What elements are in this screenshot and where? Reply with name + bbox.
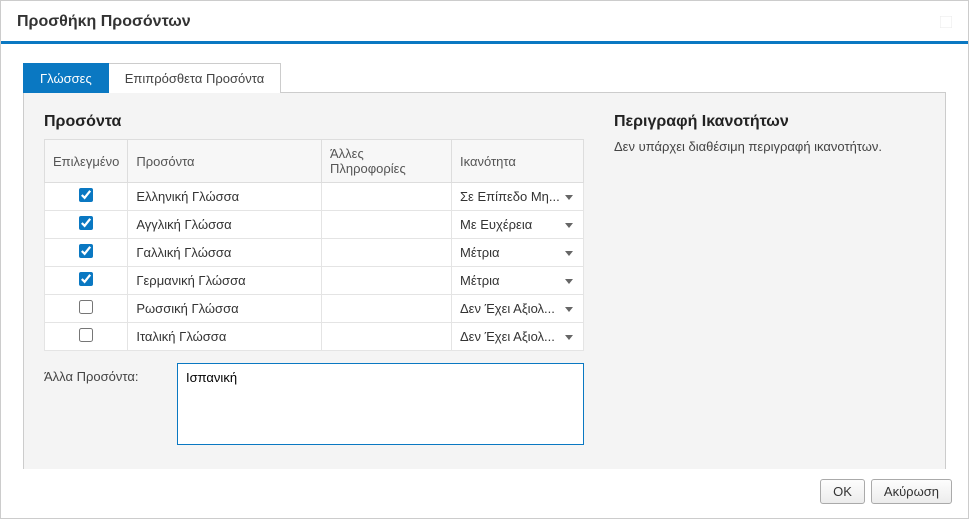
row-checkbox-cell (45, 267, 128, 295)
table-row: Ιταλική Γλώσσα Δεν Έχει Αξιολ... (45, 323, 584, 351)
qualifications-column: Προσόντα Επιλεγμένο Προσόντα Άλλες Πληρο… (44, 113, 584, 445)
abilities-description-title: Περιγραφή Ικανοτήτων (614, 113, 925, 131)
qualifications-title: Προσόντα (44, 113, 584, 131)
row-checkbox-cell (45, 295, 128, 323)
dialog-header: Προσθήκη Προσόντων (1, 1, 968, 44)
row-qualification-name: Γαλλική Γλώσσα (128, 239, 322, 267)
tabs: Γλώσσες Επιπρόσθετα Προσόντα (23, 62, 946, 92)
ability-dropdown[interactable]: Μέτρια (460, 273, 575, 288)
col-header-selected[interactable]: Επιλεγμένο (45, 140, 128, 183)
ability-dropdown[interactable]: Με Ευχέρεια (460, 217, 575, 232)
other-qualifications-row: Άλλα Προσόντα: (44, 363, 584, 445)
ability-value: Μέτρια (460, 273, 575, 288)
row-checkbox-cell (45, 323, 128, 351)
ability-dropdown[interactable]: Σε Επίπεδο Μη... (460, 189, 575, 204)
tab-languages[interactable]: Γλώσσες (23, 63, 109, 93)
row-checkbox[interactable] (79, 328, 93, 342)
table-row: Γαλλική Γλώσσα Μέτρια (45, 239, 584, 267)
add-qualifications-dialog: Προσθήκη Προσόντων Γλώσσες Επιπρόσθετα Π… (0, 0, 969, 519)
row-checkbox[interactable] (79, 188, 93, 202)
table-row: Αγγλική Γλώσσα Με Ευχέρεια (45, 211, 584, 239)
ability-dropdown[interactable]: Δεν Έχει Αξιολ... (460, 301, 575, 316)
row-other-info[interactable] (322, 211, 452, 239)
col-header-ability[interactable]: Ικανότητα (452, 140, 584, 183)
row-qualification-name: Ρωσσική Γλώσσα (128, 295, 322, 323)
other-qualifications-label: Άλλα Προσόντα: (44, 363, 159, 384)
row-ability-cell: Μέτρια (452, 239, 584, 267)
row-qualification-name: Ελληνική Γλώσσα (128, 183, 322, 211)
ability-value: Με Ευχέρεια (460, 217, 575, 232)
row-qualification-name: Αγγλική Γλώσσα (128, 211, 322, 239)
row-checkbox-cell (45, 211, 128, 239)
col-header-other-info[interactable]: Άλλες Πληροφορίες (322, 140, 452, 183)
row-checkbox[interactable] (79, 272, 93, 286)
row-other-info[interactable] (322, 239, 452, 267)
ability-value: Μέτρια (460, 245, 575, 260)
ability-dropdown[interactable]: Μέτρια (460, 245, 575, 260)
cancel-button[interactable]: Ακύρωση (871, 479, 952, 504)
dialog-footer: OK Ακύρωση (1, 469, 968, 518)
ability-value: Δεν Έχει Αξιολ... (460, 329, 575, 344)
ok-button[interactable]: OK (820, 479, 865, 504)
table-row: Ελληνική Γλώσσα Σε Επίπεδο Μη... (45, 183, 584, 211)
qualifications-table: Επιλεγμένο Προσόντα Άλλες Πληροφορίες Ικ… (44, 139, 584, 351)
tab-panel: Προσόντα Επιλεγμένο Προσόντα Άλλες Πληρο… (23, 92, 946, 469)
row-ability-cell: Δεν Έχει Αξιολ... (452, 295, 584, 323)
table-row: Γερμανική Γλώσσα Μέτρια (45, 267, 584, 295)
row-checkbox[interactable] (79, 244, 93, 258)
ability-value: Δεν Έχει Αξιολ... (460, 301, 575, 316)
row-other-info[interactable] (322, 183, 452, 211)
tab-additional[interactable]: Επιπρόσθετα Προσόντα (109, 63, 281, 93)
ability-dropdown[interactable]: Δεν Έχει Αξιολ... (460, 329, 575, 344)
row-ability-cell: Δεν Έχει Αξιολ... (452, 323, 584, 351)
row-ability-cell: Με Ευχέρεια (452, 211, 584, 239)
table-row: Ρωσσική Γλώσσα Δεν Έχει Αξιολ... (45, 295, 584, 323)
abilities-description-text: Δεν υπάρχει διαθέσιμη περιγραφή ικανοτήτ… (614, 139, 925, 154)
row-ability-cell: Μέτρια (452, 267, 584, 295)
close-icon[interactable] (940, 16, 952, 28)
other-qualifications-input[interactable] (177, 363, 584, 445)
row-qualification-name: Γερμανική Γλώσσα (128, 267, 322, 295)
row-qualification-name: Ιταλική Γλώσσα (128, 323, 322, 351)
row-checkbox[interactable] (79, 216, 93, 230)
row-other-info[interactable] (322, 295, 452, 323)
row-checkbox[interactable] (79, 300, 93, 314)
row-ability-cell: Σε Επίπεδο Μη... (452, 183, 584, 211)
dialog-title: Προσθήκη Προσόντων (17, 13, 191, 31)
row-checkbox-cell (45, 239, 128, 267)
row-other-info[interactable] (322, 323, 452, 351)
row-other-info[interactable] (322, 267, 452, 295)
dialog-body: Γλώσσες Επιπρόσθετα Προσόντα Προσόντα Επ… (1, 44, 968, 469)
abilities-description-column: Περιγραφή Ικανοτήτων Δεν υπάρχει διαθέσι… (614, 113, 925, 445)
row-checkbox-cell (45, 183, 128, 211)
ability-value: Σε Επίπεδο Μη... (460, 189, 575, 204)
col-header-qualifications[interactable]: Προσόντα (128, 140, 322, 183)
